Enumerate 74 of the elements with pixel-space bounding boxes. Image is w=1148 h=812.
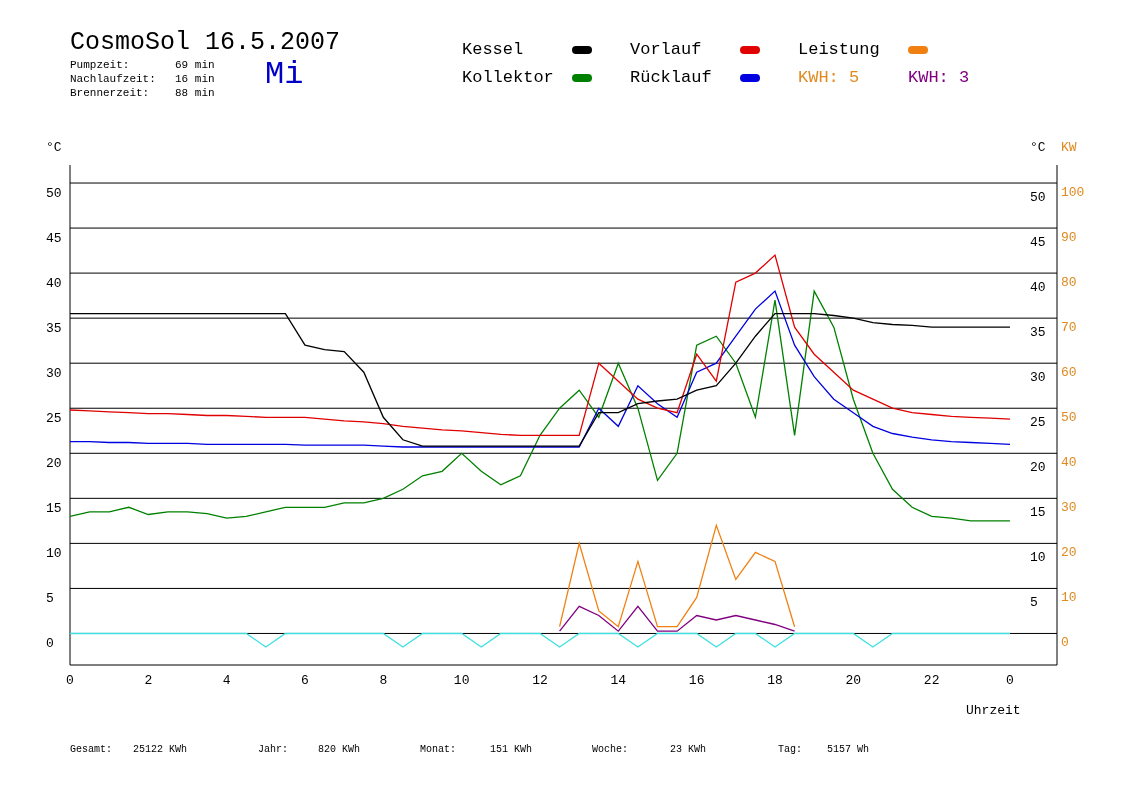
- legend-label: Rücklauf: [630, 69, 712, 87]
- axis-tick-label: 12: [532, 673, 548, 688]
- axis-tick-label: 35: [46, 321, 62, 337]
- legend-label: Kollektor: [462, 69, 554, 87]
- axis-tick-label: 30: [46, 366, 62, 382]
- total-label: Gesamt:: [70, 744, 113, 755]
- axis-unit-label: °C: [46, 140, 62, 155]
- axis-tick-label: 15: [46, 501, 62, 517]
- energy-label: KWH: 5: [798, 69, 860, 87]
- legend-label: Vorlauf: [630, 41, 702, 59]
- axis-tick-label: 80: [1061, 275, 1077, 291]
- axis-tick-label: 18: [767, 673, 783, 688]
- axis-tick-label: 20: [46, 456, 62, 472]
- axis-tick-label: 0: [66, 673, 74, 688]
- total-label: Tag:: [778, 744, 803, 755]
- axis-tick-label: 50: [46, 186, 62, 201]
- axis-tick-label: 0: [1006, 673, 1014, 688]
- stat-value: 69 min: [175, 58, 216, 72]
- stat-label: Brennerzeit:: [70, 86, 151, 100]
- axis-tick-label: 10: [1030, 550, 1046, 566]
- axis-tick-label: 60: [1061, 365, 1077, 381]
- axis-tick-label: 40: [1061, 455, 1077, 471]
- axis-tick-label: 20: [845, 673, 862, 688]
- axis-tick-label: 25: [46, 411, 62, 427]
- energy-label: KWH: 3: [908, 69, 970, 87]
- axis-unit-label: KW: [1061, 140, 1077, 155]
- axis-tick-label: 8: [379, 673, 388, 688]
- axis-tick-label: 45: [46, 231, 62, 247]
- axis-tick-label: 30: [1030, 370, 1046, 386]
- axis-tick-label: 6: [301, 673, 309, 688]
- axis-tick-label: 5: [46, 591, 54, 607]
- stat-label: Pumpzeit:: [70, 58, 131, 72]
- total-label: Monat:: [420, 744, 457, 755]
- axis-tick-label: 20: [1030, 460, 1046, 476]
- axis-tick-label: 50: [1061, 410, 1077, 426]
- axis-tick-label: 50: [1030, 190, 1046, 205]
- axis-tick-label: 5: [1030, 595, 1038, 611]
- app-title: CosmoSol 16.5.2007: [70, 30, 342, 56]
- legend-label: Kessel: [462, 41, 524, 59]
- legend-label: Leistung: [798, 41, 880, 59]
- axis-tick-label: 15: [1030, 505, 1046, 521]
- total-value: 25122 KWh: [133, 744, 188, 755]
- total-value: 5157 Wh: [827, 744, 870, 755]
- axis-tick-label: 10: [46, 546, 62, 562]
- axis-tick-label: 20: [1061, 545, 1077, 561]
- axis-tick-label: 10: [453, 673, 470, 688]
- axis-tick-label: 4: [222, 673, 231, 688]
- axis-tick-label: 0: [46, 636, 54, 652]
- axis-tick-label: 90: [1061, 230, 1077, 246]
- axis-tick-label: 0: [1061, 635, 1069, 651]
- total-label: Woche:: [592, 744, 629, 755]
- total-label: Jahr:: [258, 744, 289, 755]
- axis-tick-label: 25: [1030, 415, 1046, 431]
- axis-tick-label: 16: [688, 673, 705, 688]
- axis-tick-label: 45: [1030, 235, 1046, 251]
- axis-tick-label: 70: [1061, 320, 1077, 336]
- total-value: 820 KWh: [318, 744, 361, 755]
- axis-tick-label: 100: [1061, 185, 1085, 200]
- axis-tick-label: 10: [1061, 590, 1077, 606]
- axis-tick-label: 40: [1030, 280, 1046, 296]
- total-value: 151 KWh: [490, 744, 533, 755]
- axis-tick-label: 14: [610, 673, 627, 688]
- axis-unit-label: °C: [1030, 140, 1046, 155]
- stat-value: 16 min: [175, 72, 216, 86]
- axis-tick-label: 40: [46, 276, 62, 292]
- axis-tick-label: 22: [923, 673, 940, 688]
- weekday-label: Mi: [265, 58, 304, 95]
- axis-tick-label: 35: [1030, 325, 1046, 341]
- axis-title: Uhrzeit: [966, 703, 1021, 718]
- total-value: 23 KWh: [670, 744, 707, 755]
- axis-tick-label: 2: [144, 673, 153, 688]
- axis-tick-label: 30: [1061, 500, 1077, 516]
- stat-value: 88 min: [175, 86, 216, 100]
- stat-label: Nachlaufzeit:: [70, 72, 157, 86]
